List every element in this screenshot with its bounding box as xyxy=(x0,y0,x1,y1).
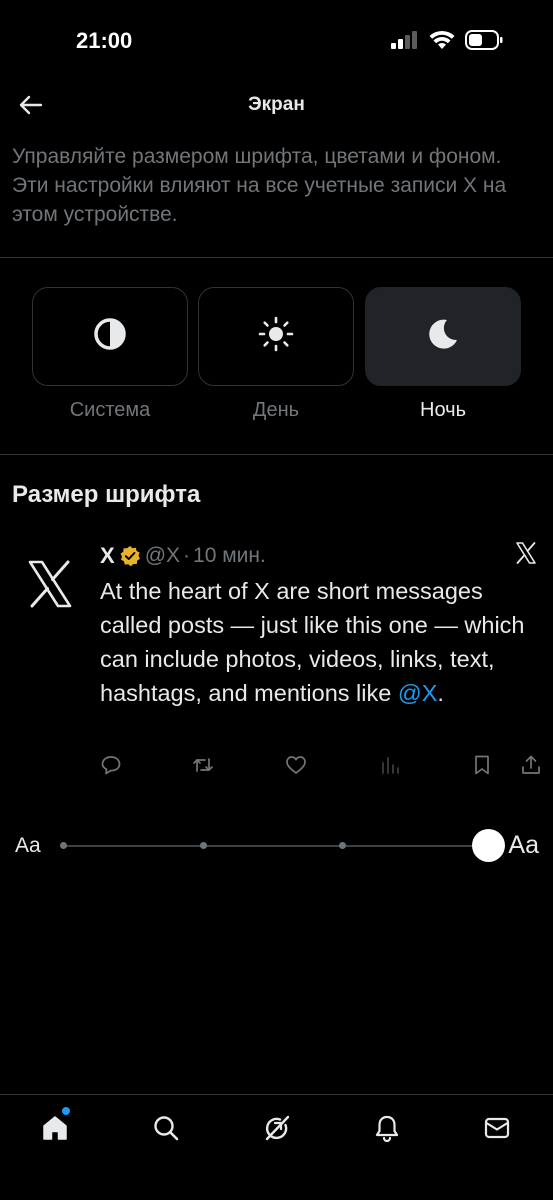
post-text: At the heart of X are short messages cal… xyxy=(100,574,540,710)
notifications-icon xyxy=(373,1114,401,1147)
post-text-end: . xyxy=(437,680,444,706)
post-time: 10 мин. xyxy=(193,544,266,567)
theme-option-night[interactable] xyxy=(365,287,521,386)
bookmark-icon[interactable] xyxy=(471,754,493,776)
divider xyxy=(0,454,553,455)
tab-notifications[interactable] xyxy=(370,1113,404,1147)
post-handle: @X xyxy=(144,544,181,567)
x-mark-icon xyxy=(515,542,537,564)
post-mention-link[interactable]: @X xyxy=(398,680,438,706)
tab-messages[interactable] xyxy=(480,1113,514,1147)
post-header: X @X · 10 мин. xyxy=(100,541,266,571)
reply-icon[interactable] xyxy=(100,754,122,776)
font-size-slider-track[interactable] xyxy=(63,845,488,847)
like-icon[interactable] xyxy=(285,754,307,776)
search-icon xyxy=(152,1114,180,1147)
battery-icon xyxy=(465,30,503,55)
cellular-signal-icon xyxy=(391,31,419,54)
post-author-name: X xyxy=(100,543,115,568)
theme-label-night: Ночь xyxy=(420,399,466,421)
sun-icon xyxy=(258,316,294,357)
font-size-step-3[interactable] xyxy=(339,842,346,849)
font-size-slider-thumb[interactable] xyxy=(472,829,505,862)
home-notification-dot xyxy=(62,1107,70,1115)
font-size-title: Размер шрифта xyxy=(12,481,201,508)
share-icon[interactable] xyxy=(520,754,542,776)
tab-home[interactable] xyxy=(38,1113,72,1147)
font-size-large-label: Aa xyxy=(508,831,539,859)
status-time: 21:00 xyxy=(76,28,133,53)
divider xyxy=(0,257,553,258)
x-logo-icon xyxy=(26,560,74,608)
repost-icon[interactable] xyxy=(192,754,214,776)
post-text-body: At the heart of X are short messages cal… xyxy=(100,578,525,706)
home-icon xyxy=(41,1114,69,1147)
font-size-small-label: Aa xyxy=(15,834,41,857)
font-size-step-2[interactable] xyxy=(200,842,207,849)
wifi-icon xyxy=(429,30,455,55)
font-size-step-1[interactable] xyxy=(60,842,67,849)
tab-grok[interactable] xyxy=(260,1113,294,1147)
theme-option-system[interactable] xyxy=(32,287,188,386)
theme-label-system: Система xyxy=(69,399,151,421)
grok-icon xyxy=(263,1114,291,1147)
settings-description: Управляйте размером шрифта, цветами и фо… xyxy=(12,145,507,226)
post-separator: · xyxy=(183,544,191,567)
tab-search[interactable] xyxy=(149,1113,183,1147)
verified-badge-icon xyxy=(119,545,141,567)
page-title: Экран xyxy=(248,94,305,115)
messages-icon xyxy=(483,1114,511,1147)
status-bar: 21:00 xyxy=(0,0,553,80)
bottom-tab-bar xyxy=(0,1094,553,1200)
moon-icon xyxy=(426,317,460,356)
views-icon[interactable] xyxy=(379,754,401,776)
theme-label-day: День xyxy=(252,399,300,421)
header: Экран xyxy=(0,80,553,132)
half-circle-icon xyxy=(93,317,127,356)
status-icons xyxy=(391,30,503,55)
theme-option-day[interactable] xyxy=(198,287,354,386)
